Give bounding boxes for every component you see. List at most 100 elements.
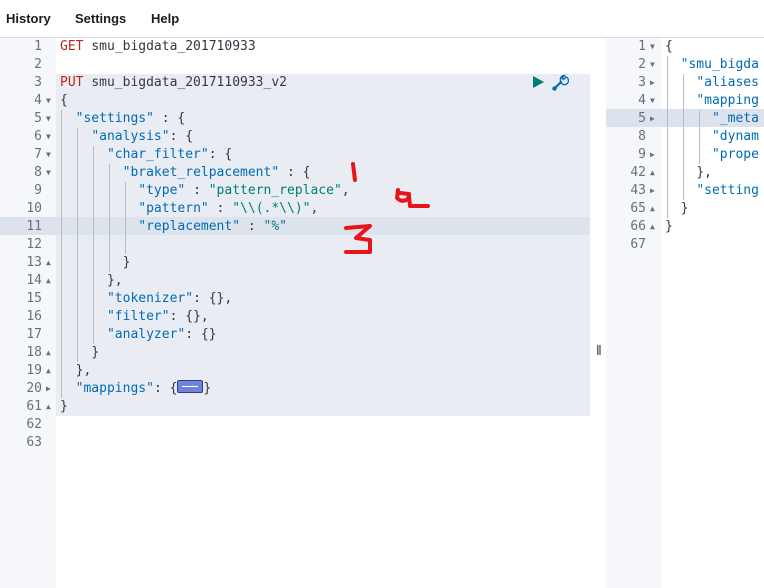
request-path: smu_bigdata_201710933 <box>91 39 256 54</box>
json-key: "smu_bigda <box>680 57 759 72</box>
line-number: 1 <box>638 39 646 54</box>
line-number: 8 <box>638 129 646 144</box>
line-number: 43 <box>630 183 646 198</box>
line-number: 4 <box>34 93 42 108</box>
code-line: "analyzer": {} <box>60 326 217 344</box>
json-punct: : <box>208 201 233 216</box>
code-line: "dynam <box>665 128 759 146</box>
json-string: "\\(.*\\)" <box>232 201 311 216</box>
line-number: 67 <box>630 237 646 252</box>
code-line: }, <box>665 164 712 182</box>
json-key: "setting <box>696 183 759 198</box>
json-key: "braket_relpacement" <box>122 165 280 180</box>
line-number: 2 <box>34 57 42 72</box>
line-number: 9 <box>638 147 646 162</box>
resize-handle-icon[interactable]: ‖ <box>596 342 602 358</box>
fold-up-icon[interactable]: ▲ <box>46 272 56 290</box>
json-key: "aliases <box>696 75 759 90</box>
fold-right-icon[interactable]: ▶ <box>650 74 660 92</box>
fold-up-icon[interactable]: ▲ <box>650 200 660 218</box>
json-punct: } <box>91 345 100 360</box>
menu-history[interactable]: History <box>6 11 51 26</box>
json-key: "filter" <box>106 309 170 324</box>
fold-up-icon[interactable]: ▲ <box>46 398 56 416</box>
fold-down-icon[interactable]: ▼ <box>650 92 660 110</box>
code-line: "aliases <box>665 74 759 92</box>
json-punct: : { <box>153 381 178 396</box>
fold-right-icon[interactable]: ▶ <box>650 182 660 200</box>
json-punct: : {}, <box>169 309 209 324</box>
fold-down-icon[interactable]: ▼ <box>650 38 660 56</box>
code-line: PUT smu_bigdata_2017110933_v2 <box>60 74 287 92</box>
line-number: 63 <box>26 435 42 450</box>
json-key: "pattern" <box>138 201 209 216</box>
code-line: "setting <box>665 182 759 200</box>
json-key: "char_filter" <box>106 147 209 162</box>
line-number: 7 <box>34 147 42 162</box>
json-punct: : { <box>279 165 311 180</box>
json-key: "prope <box>711 147 759 162</box>
line-number: 61 <box>26 399 42 414</box>
code-line: "braket_relpacement" : { <box>60 164 311 182</box>
json-key: "tokenizer" <box>106 291 194 306</box>
fold-down-icon[interactable]: ▼ <box>46 110 56 128</box>
json-punct: : { <box>169 129 194 144</box>
json-key: "analysis" <box>91 129 170 144</box>
code-line: "prope <box>665 146 759 164</box>
handwritten-annotations <box>344 162 430 254</box>
menu-settings[interactable]: Settings <box>75 11 126 26</box>
panel-resizer[interactable] <box>596 38 606 588</box>
code-line: } <box>665 219 673 234</box>
fold-down-icon[interactable]: ▼ <box>46 92 56 110</box>
line-number: 8 <box>34 165 42 180</box>
play-icon[interactable] <box>531 75 545 89</box>
line-number: 1 <box>34 39 42 54</box>
line-number: 15 <box>26 291 42 306</box>
line-number: 12 <box>26 237 42 252</box>
fold-right-icon[interactable]: ▶ <box>46 380 56 398</box>
json-punct: , <box>310 201 319 216</box>
fold-up-icon[interactable]: ▲ <box>650 164 660 182</box>
fold-up-icon[interactable]: ▲ <box>650 218 660 236</box>
json-punct: }, <box>75 363 92 378</box>
code-line: "pattern" : "\\(.*\\)", <box>60 200 318 218</box>
fold-right-icon[interactable]: ▶ <box>650 110 660 128</box>
line-number: 42 <box>630 165 646 180</box>
code-line: "filter": {}, <box>60 308 209 326</box>
fold-up-icon[interactable]: ▲ <box>46 344 56 362</box>
http-method: PUT <box>60 75 84 90</box>
code-line: } <box>665 200 689 218</box>
json-punct: : { <box>208 147 233 162</box>
code-line: } <box>60 344 99 362</box>
folded-content-icon[interactable] <box>177 380 204 393</box>
json-punct: } <box>122 255 131 270</box>
line-number: 14 <box>26 273 42 288</box>
fold-down-icon[interactable]: ▼ <box>46 128 56 146</box>
code-line: GET smu_bigdata_201710933 <box>60 38 256 56</box>
fold-up-icon[interactable]: ▲ <box>46 362 56 380</box>
json-punct: : {} <box>185 327 217 342</box>
line-number: 18 <box>26 345 42 360</box>
line-number: 3 <box>34 75 42 90</box>
line-number: 66 <box>630 219 646 234</box>
fold-down-icon[interactable]: ▼ <box>46 146 56 164</box>
code-line: { <box>60 93 68 108</box>
code-line: "analysis": { <box>60 128 193 146</box>
json-punct: : <box>185 183 209 198</box>
json-key: "analyzer" <box>106 327 186 342</box>
line-number: 16 <box>26 309 42 324</box>
fold-right-icon[interactable]: ▶ <box>650 146 660 164</box>
fold-down-icon[interactable]: ▼ <box>46 164 56 182</box>
menu-help[interactable]: Help <box>151 11 179 26</box>
line-number: 6 <box>34 129 42 144</box>
line-number: 19 <box>26 363 42 378</box>
code-line: "tokenizer": {}, <box>60 290 232 308</box>
line-number: 4 <box>638 93 646 108</box>
line-number: 20 <box>26 381 42 396</box>
json-key: "type" <box>138 183 186 198</box>
fold-up-icon[interactable]: ▲ <box>46 254 56 272</box>
json-key: "settings" <box>75 111 154 126</box>
fold-down-icon[interactable]: ▼ <box>650 56 660 74</box>
request-path: smu_bigdata_2017110933_v2 <box>91 75 287 90</box>
wrench-icon[interactable] <box>551 74 569 92</box>
